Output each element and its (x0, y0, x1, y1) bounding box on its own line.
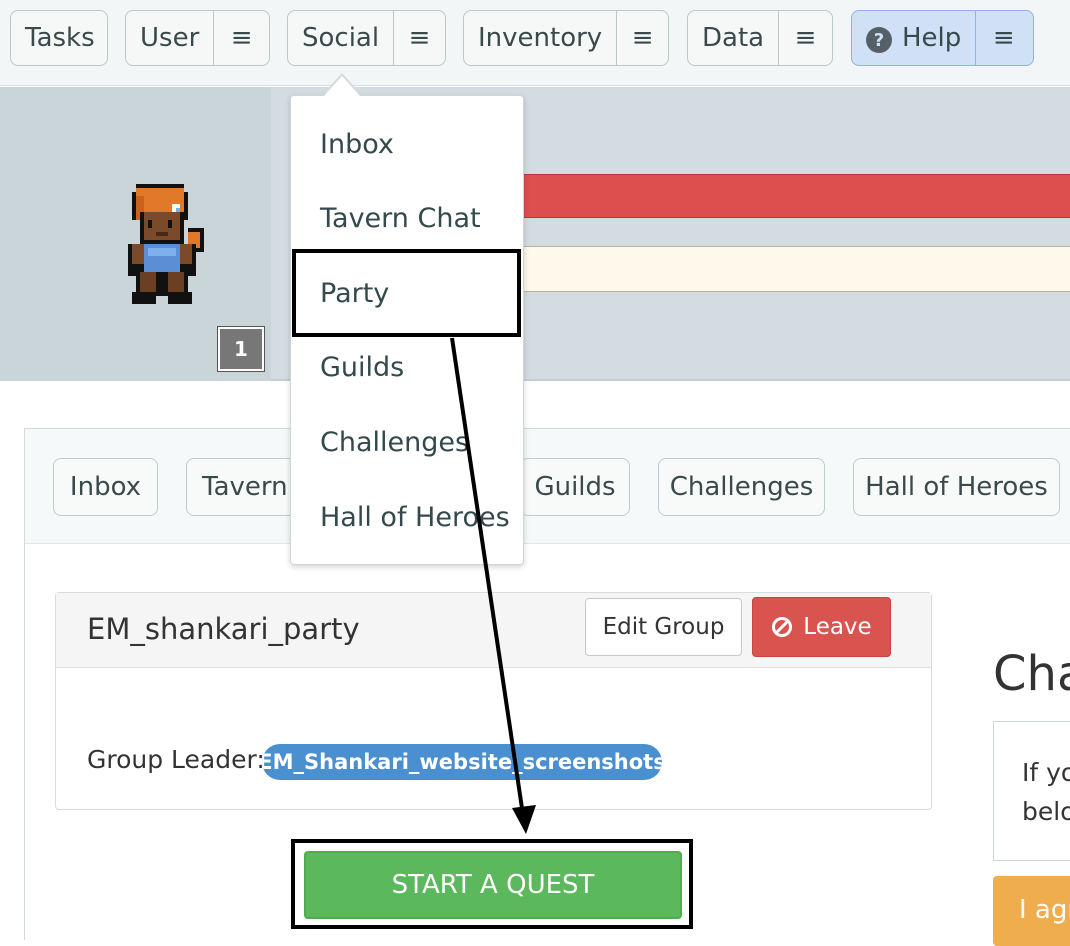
tab-inbox[interactable]: Inbox (53, 458, 158, 516)
nav-inventory-button[interactable]: Inventory ≡ (463, 10, 669, 66)
avatar[interactable] (116, 184, 212, 308)
nav-help-text: Help (902, 22, 962, 53)
nav-tasks-button[interactable]: Tasks (10, 10, 108, 66)
group-leader-label: Group Leader: (87, 745, 265, 774)
tab-guilds[interactable]: Guilds (520, 458, 630, 516)
dropdown-item-challenges[interactable]: Challenges (291, 405, 523, 479)
dropdown-item-hall-of-heroes[interactable]: Hall of Heroes (291, 480, 523, 554)
group-leader-name[interactable]: EM_Shankari_website_screenshots (262, 744, 662, 780)
data-menu-icon[interactable]: ≡ (778, 11, 832, 65)
social-menu-icon[interactable]: ≡ (393, 11, 445, 65)
nav-data-button[interactable]: Data ≡ (687, 10, 833, 66)
tab-hall-of-heroes[interactable]: Hall of Heroes (853, 458, 1060, 516)
dropdown-caret (324, 76, 360, 96)
agree-button[interactable]: I agr (993, 876, 1070, 946)
right-panel-text-line2: belo (1022, 797, 1070, 826)
party-name: EM_shankari_party (87, 612, 360, 646)
party-highlight-box (292, 249, 521, 337)
nav-social-button[interactable]: Social ≡ (287, 10, 446, 66)
leave-button[interactable]: Leave (752, 597, 891, 657)
right-panel-text-line1: If yo (1022, 758, 1070, 787)
help-menu-icon[interactable]: ≡ (975, 11, 1031, 65)
dropdown-item-inbox[interactable]: Inbox (291, 107, 523, 181)
ban-icon (772, 617, 793, 637)
leave-label: Leave (803, 614, 872, 640)
health-bar (520, 174, 1070, 218)
right-panel-box (993, 721, 1070, 861)
nav-tasks-label: Tasks (25, 23, 95, 53)
nav-user-button[interactable]: User ≡ (125, 10, 270, 66)
dropdown-item-tavern-chat[interactable]: Tavern Chat (291, 181, 523, 255)
question-circle-icon: ? (866, 27, 892, 54)
user-menu-icon[interactable]: ≡ (213, 11, 269, 65)
tab-challenges[interactable]: Challenges (658, 458, 825, 516)
right-panel-heading: Cha (993, 646, 1070, 702)
nav-inventory-label: Inventory (478, 23, 603, 53)
nav-help-label: ? Help (852, 23, 975, 54)
nav-social-label: Social (302, 23, 380, 53)
dropdown-item-guilds[interactable]: Guilds (291, 330, 523, 404)
edit-group-button[interactable]: Edit Group (585, 598, 742, 656)
nav-help-button[interactable]: ? Help ≡ (851, 10, 1034, 66)
experience-bar (520, 246, 1070, 292)
level-badge: 1 (217, 326, 265, 372)
start-quest-button[interactable]: START A QUEST (304, 851, 682, 919)
nav-data-label: Data (702, 23, 765, 53)
nav-user-label: User (140, 23, 200, 53)
inventory-menu-icon[interactable]: ≡ (616, 11, 668, 65)
